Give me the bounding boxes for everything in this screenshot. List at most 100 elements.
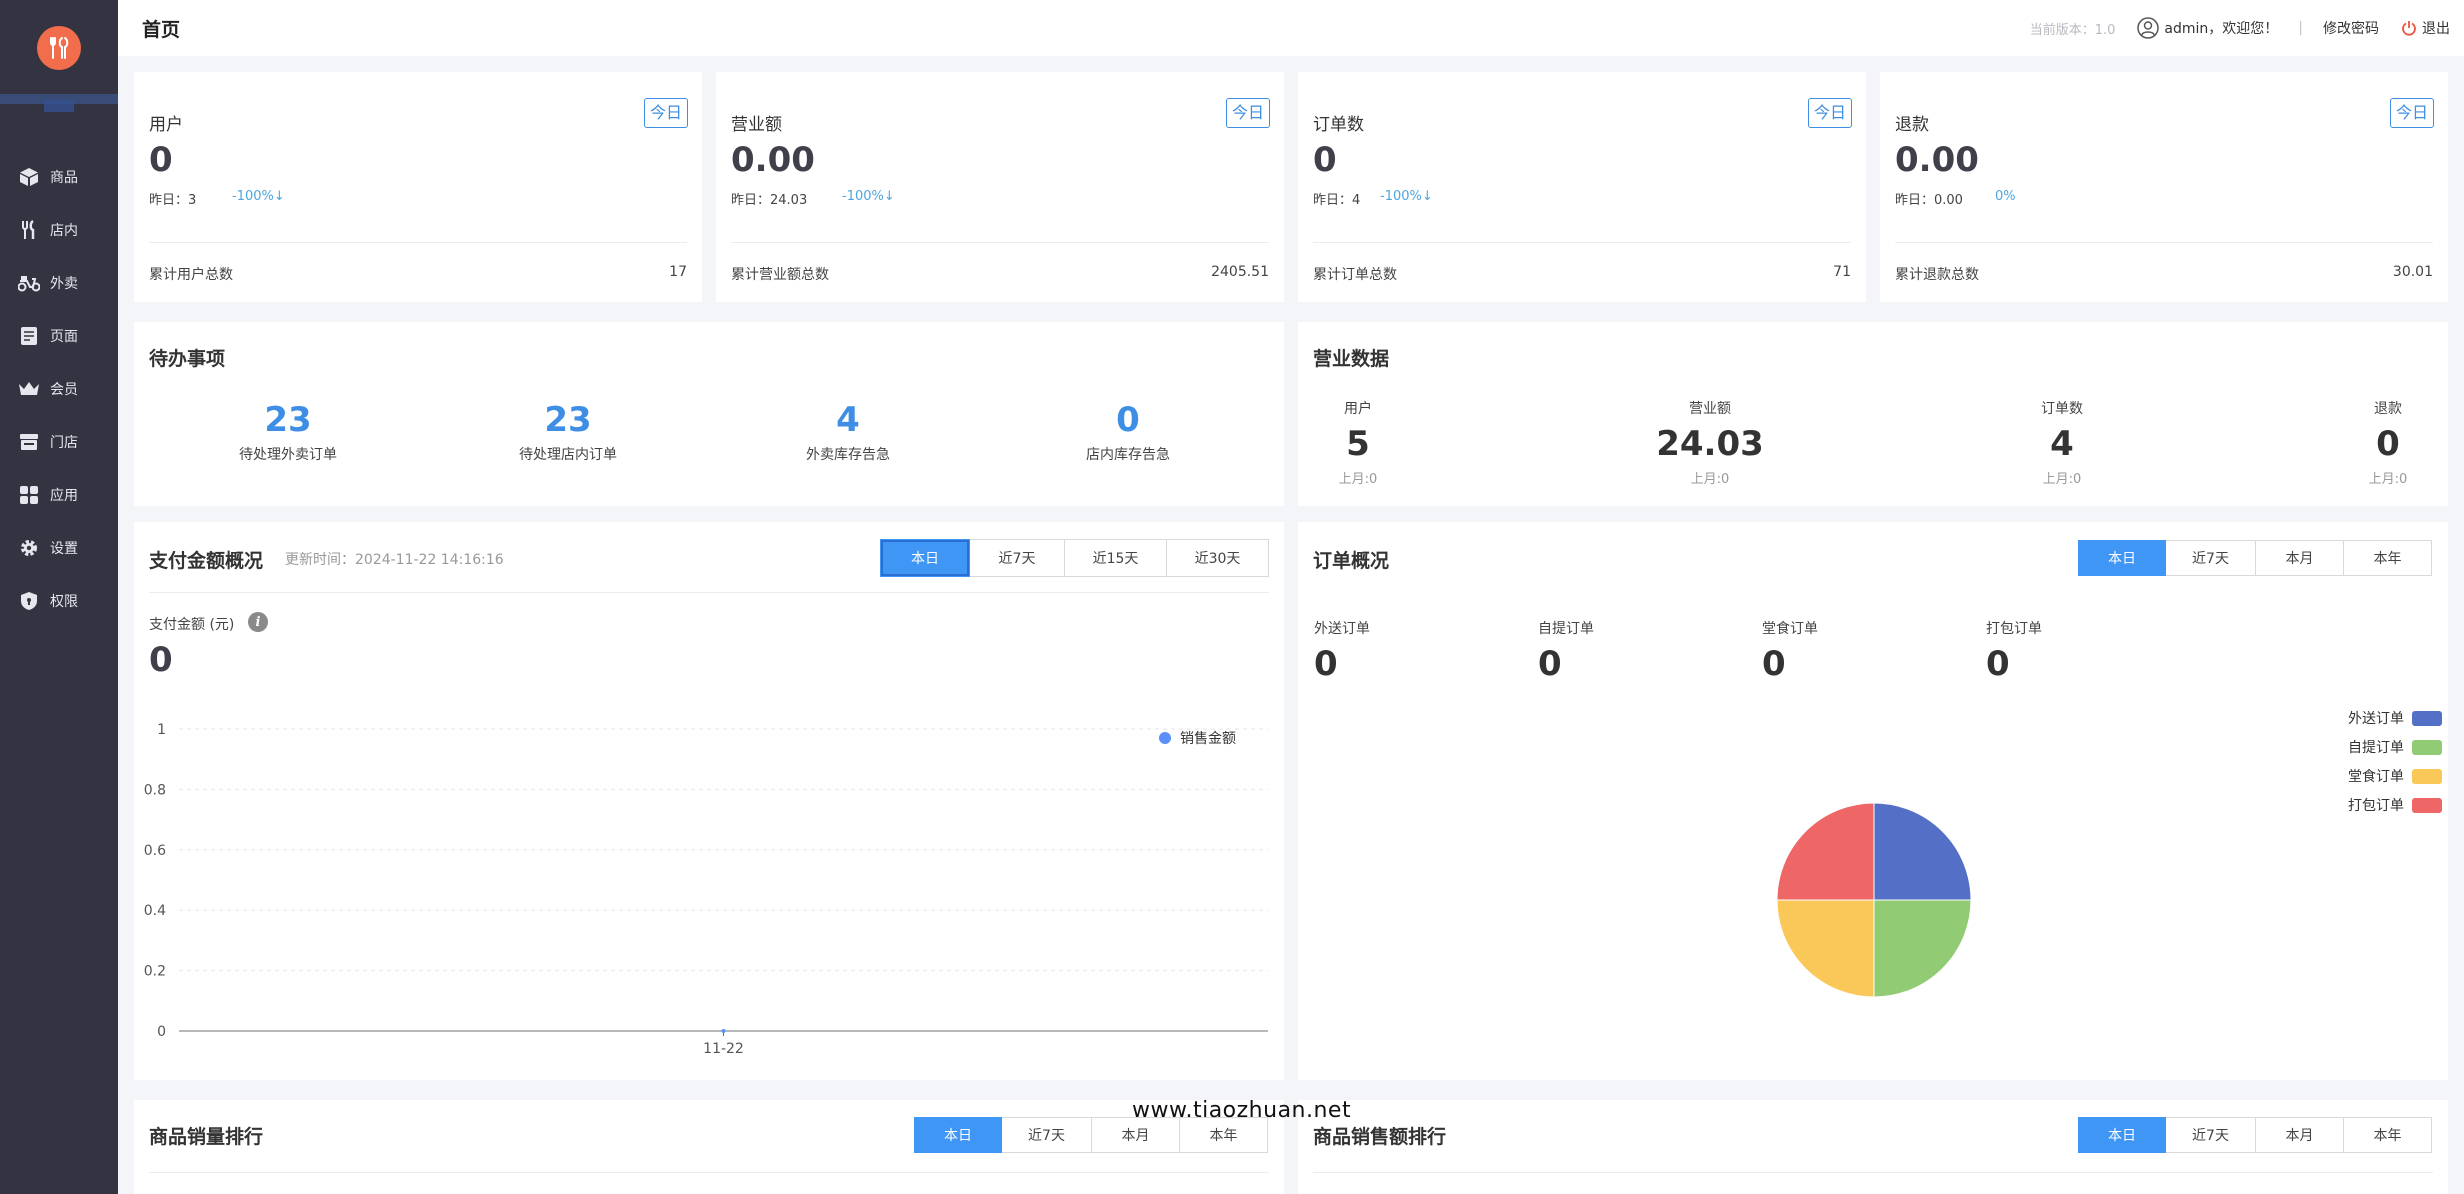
logo[interactable] <box>37 26 81 70</box>
business-label: 用户 <box>1344 401 1372 417</box>
sidebar-item-permissions[interactable]: 权限 <box>0 574 118 627</box>
order-stat: 堂食订单 0 <box>1762 618 1818 684</box>
y-tick-label: 0 <box>157 1024 166 1040</box>
legend-label: 自提订单 <box>2348 740 2404 756</box>
legend-swatch <box>2412 710 2442 726</box>
page-title: 首页 <box>142 18 181 41</box>
stat-total-value: 2405.51 <box>1211 264 1269 280</box>
todo-label: 待处理店内订单 <box>519 447 617 463</box>
brand-bar <box>0 90 118 116</box>
stat-total-label: 累计用户总数 <box>149 267 233 283</box>
sidebar-item-takeout[interactable]: 外卖 <box>0 256 118 309</box>
watermark: www.tiaozhuan.net <box>1132 1098 1352 1123</box>
stat-card-users: 用户 今日 0 昨日：3 -100%↓ 累计用户总数 17 <box>134 72 702 302</box>
user-greeting[interactable]: admin，欢迎您！ <box>2137 17 2278 39</box>
business-item: 退款 0 上月:0 <box>2318 398 2458 487</box>
legend-item[interactable]: 打包订单 <box>2348 795 2442 815</box>
sidebar-item-pages[interactable]: 页面 <box>0 309 118 362</box>
tab-7-days[interactable]: 近7天 <box>2166 540 2256 576</box>
order-pie-chart <box>1776 802 1972 998</box>
todo-count: 0 <box>1116 400 1140 440</box>
todo-item[interactable]: 23 待处理店内订单 <box>488 400 648 464</box>
legend-item[interactable]: 堂食订单 <box>2348 766 2442 786</box>
sidebar-item-label: 外卖 <box>50 275 78 292</box>
sidebar-item-dine-in[interactable]: 店内 <box>0 203 118 256</box>
sidebar-item-stores[interactable]: 门店 <box>0 415 118 468</box>
business-item: 订单数 4 上月:0 <box>1992 398 2132 487</box>
stat-value: 0.00 <box>731 140 815 180</box>
legend-item[interactable]: 自提订单 <box>2348 737 2442 757</box>
todo-item[interactable]: 4 外卖库存告急 <box>768 400 928 464</box>
topbar: 首页 当前版本：1.0 admin，欢迎您！ | 修改密码 退出 <box>118 0 2464 56</box>
stat-label: 订单数 <box>1313 115 1364 135</box>
order-value: 0 <box>1314 644 1338 684</box>
tab-today[interactable]: 本日 <box>2078 540 2166 576</box>
business-value: 24.03 <box>1656 424 1764 464</box>
box-icon <box>18 166 40 188</box>
user-greeting-text: admin，欢迎您！ <box>2164 21 2279 37</box>
pie-slice <box>1776 802 1875 901</box>
y-tick-label: 0.6 <box>144 843 166 859</box>
payment-card: 支付金额概况 更新时间：2024-11-22 14:16:16 本日 近7天 近… <box>134 522 1284 1080</box>
divider <box>149 242 687 243</box>
stat-label: 用户 <box>149 115 183 135</box>
tab-7-days[interactable]: 近7天 <box>1002 1117 1092 1153</box>
business-label: 订单数 <box>2041 401 2083 417</box>
sidebar-item-apps[interactable]: 应用 <box>0 468 118 521</box>
business-last-month: 上月:0 <box>1338 472 1378 487</box>
stat-card-revenue: 营业额 今日 0.00 昨日：24.03 -100%↓ 累计营业额总数 2405… <box>716 72 1284 302</box>
legend-swatch <box>2412 739 2442 755</box>
sidebar-item-label: 设置 <box>50 540 78 557</box>
legend-label: 堂食订单 <box>2348 769 2404 785</box>
sidebar-item-goods[interactable]: 商品 <box>0 150 118 203</box>
sidebar-item-label: 店内 <box>50 222 78 239</box>
todo-count: 4 <box>836 400 860 440</box>
stat-value: 0.00 <box>1895 140 1979 180</box>
todo-item[interactable]: 23 待处理外卖订单 <box>208 400 368 464</box>
today-badge: 今日 <box>1225 98 1270 128</box>
divider: | <box>2298 20 2303 36</box>
order-stat: 打包订单 0 <box>1986 618 2042 684</box>
todo-card: 待办事项 23 待处理外卖订单 23 待处理店内订单 4 外卖库存告急 0 店内… <box>134 322 1284 506</box>
tab-today[interactable]: 本日 <box>914 1117 1002 1153</box>
stat-yesterday: 昨日：24.03 <box>731 193 808 208</box>
sidebar-item-settings[interactable]: 设置 <box>0 521 118 574</box>
tab-month[interactable]: 本月 <box>2256 540 2344 576</box>
order-label: 堂食订单 <box>1762 621 1818 637</box>
tab-today[interactable]: 本日 <box>2078 1117 2166 1153</box>
todo-count: 23 <box>544 400 592 440</box>
sidebar-item-members[interactable]: 会员 <box>0 362 118 415</box>
stat-total-label: 累计退款总数 <box>1895 267 1979 283</box>
legend-label: 打包订单 <box>2348 798 2404 814</box>
store-icon <box>18 431 40 453</box>
y-tick-label: 1 <box>157 722 166 738</box>
stat-total-value: 17 <box>669 264 687 280</box>
business-last-month: 上月:0 <box>1690 472 1730 487</box>
tab-year[interactable]: 本年 <box>2344 1117 2432 1153</box>
section-title: 待办事项 <box>149 348 226 370</box>
fork-knife-icon <box>18 219 40 241</box>
change-password-link[interactable]: 修改密码 <box>2323 18 2379 38</box>
divider <box>149 1172 1269 1173</box>
y-tick-label: 0.4 <box>144 903 166 919</box>
stat-yesterday: 昨日：4 <box>1313 193 1361 208</box>
apps-icon <box>18 484 40 506</box>
legend-swatch <box>2412 768 2442 784</box>
tab-month[interactable]: 本月 <box>2256 1117 2344 1153</box>
divider <box>1313 1172 2433 1173</box>
todo-item[interactable]: 0 店内库存告急 <box>1048 400 1208 464</box>
logout-button[interactable]: 退出 <box>2401 18 2450 38</box>
legend-item[interactable]: 外送订单 <box>2348 708 2442 728</box>
user-icon <box>2137 17 2160 39</box>
order-value: 0 <box>1986 644 2010 684</box>
tab-7-days[interactable]: 近7天 <box>2166 1117 2256 1153</box>
todo-label: 外卖库存告急 <box>806 447 890 463</box>
stat-total-value: 71 <box>1833 264 1851 280</box>
crown-icon <box>18 378 40 400</box>
section-title: 营业数据 <box>1313 348 1390 370</box>
today-badge: 今日 <box>643 98 688 128</box>
tab-year[interactable]: 本年 <box>2344 540 2432 576</box>
order-label: 打包订单 <box>1986 621 2042 637</box>
stat-value: 0 <box>1313 140 1337 180</box>
business-value: 0 <box>2376 424 2400 464</box>
